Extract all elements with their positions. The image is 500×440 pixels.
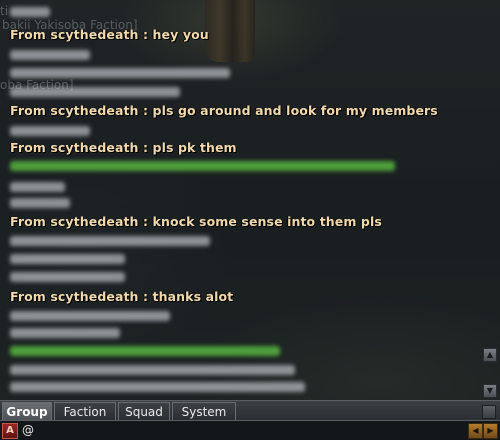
triangle-up-icon[interactable]: ▲ [483, 348, 497, 362]
chat-message: From scythedeath : knock some sense into… [10, 214, 382, 229]
tab-faction[interactable]: Faction [54, 402, 116, 420]
arrow-left-icon[interactable]: ◀ [468, 423, 483, 439]
triangle-down-icon[interactable]: ▼ [483, 384, 497, 398]
redacted-line [10, 182, 65, 192]
redacted-line [10, 272, 125, 282]
chat-input[interactable] [20, 422, 464, 438]
redacted-line [10, 365, 295, 375]
chat-message: From scythedeath : pls pk them [10, 140, 237, 155]
letter-a-icon[interactable]: A [2, 423, 18, 439]
chat-log[interactable]: From scythedeath : hey you From scythede… [0, 0, 500, 400]
redacted-line [10, 328, 120, 338]
resize-handle-icon[interactable] [482, 405, 496, 419]
chat-tab-bar: Group Faction Squad System [0, 400, 500, 421]
tab-group[interactable]: Group [2, 402, 52, 420]
redacted-line [10, 198, 70, 208]
chat-input-bar: A ◀ ▶ [0, 420, 500, 440]
chat-message: From scythedeath : hey you [10, 27, 209, 42]
chat-message: From scythedeath : thanks alot [10, 289, 234, 304]
chat-message: From scythedeath : pls go around and loo… [10, 103, 438, 118]
redacted-line [10, 68, 230, 78]
redacted-line [10, 254, 125, 264]
redacted-line [10, 87, 180, 97]
redacted-line [10, 50, 90, 60]
redacted-faction-line [10, 161, 395, 171]
redacted-faction-line [10, 346, 280, 356]
redacted-line [10, 236, 210, 246]
tab-squad[interactable]: Squad [118, 402, 170, 420]
tab-system[interactable]: System [172, 402, 236, 420]
chat-scrollbar[interactable]: ▲ ▼ [483, 0, 497, 400]
arrow-right-icon[interactable]: ▶ [483, 423, 498, 439]
redacted-line [10, 126, 90, 136]
redacted-line [10, 311, 170, 321]
redacted-line [10, 382, 305, 392]
redacted-line [10, 7, 50, 17]
